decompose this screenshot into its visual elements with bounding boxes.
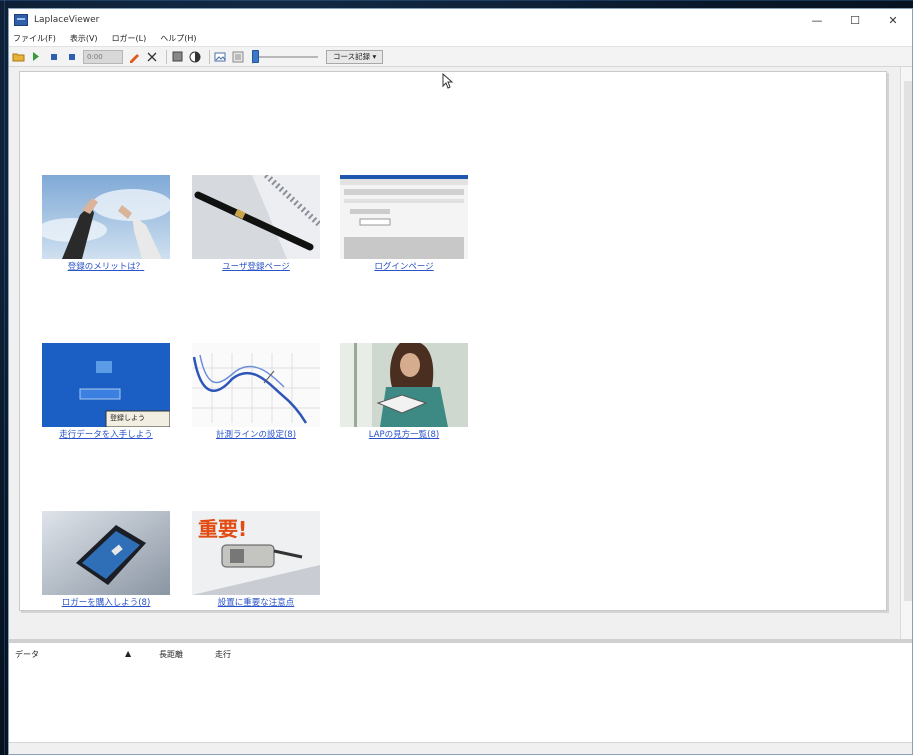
slider-thumb[interactable] (252, 49, 259, 63)
app-icon (14, 14, 28, 26)
menu-file[interactable]: ファイル(F) (13, 33, 56, 44)
content-area: 登録のメリットは？ ユーザ登録ページ ログインページ 登録しよう 走行データを入… (9, 67, 912, 639)
menu-bar: ファイル(F) 表示(V) ロガー(L) ヘルプ(H) (9, 31, 912, 47)
column-header-run[interactable]: 走行 (215, 649, 231, 660)
image-icon[interactable] (213, 50, 227, 64)
menu-help[interactable]: ヘルプ(H) (160, 33, 196, 44)
contrast-icon[interactable] (188, 50, 202, 64)
status-bar (9, 742, 912, 754)
scrollbar-thumb[interactable] (904, 81, 912, 601)
menu-view[interactable]: 表示(V) (70, 33, 98, 44)
main-window: LaplaceViewer — ☐ ✕ ファイル(F) 表示(V) ロガー(L)… (8, 8, 913, 755)
sort-arrow-icon[interactable]: ▲ (125, 649, 131, 658)
stop-icon[interactable] (47, 50, 61, 64)
thumbnail-image-screen[interactable] (340, 175, 468, 259)
thumbnail-label[interactable]: ログインページ (340, 260, 468, 272)
thumbnail-panel: 登録のメリットは？ ユーザ登録ページ ログインページ 登録しよう 走行データを入… (19, 71, 887, 611)
important-heading: 重要! (198, 517, 248, 541)
thumbnail-item[interactable]: 登録のメリットは？ (42, 175, 170, 272)
mouse-cursor-icon (442, 73, 454, 89)
pen-icon[interactable] (127, 50, 141, 64)
grid-icon[interactable] (170, 50, 184, 64)
thumbnail-label[interactable]: 走行データを入手しよう (42, 428, 170, 440)
maximize-button[interactable]: ☐ (836, 9, 874, 31)
open-folder-icon[interactable] (11, 50, 25, 64)
thumbnail-label[interactable]: LAPの見方一覧(8) (340, 428, 468, 440)
thumbnail-item[interactable]: ユーザ登録ページ (192, 175, 320, 272)
toolbar: 0:00 コース記録 ▾ (9, 47, 912, 67)
close-button[interactable]: ✕ (874, 9, 912, 31)
thumbnail-image-important[interactable]: 重要! (192, 511, 320, 595)
thumbnail-image-device[interactable] (42, 511, 170, 595)
thumbnail-label[interactable]: 設置に重要な注意点 (192, 596, 320, 608)
play-icon[interactable] (29, 50, 43, 64)
export-icon[interactable] (231, 50, 245, 64)
blue-thumb-caption: 登録しよう (110, 414, 145, 422)
thumbnail-item[interactable]: ロガーを購入しよう(8) (42, 511, 170, 608)
window-controls: — ☐ ✕ (798, 9, 912, 31)
thumbnail-image-chart[interactable] (192, 343, 320, 427)
toolbar-separator (166, 49, 167, 64)
thumbnail-label[interactable]: ロガーを購入しよう(8) (42, 596, 170, 608)
desktop-grid-line (0, 0, 913, 1)
thumbnail-label[interactable]: ユーザ登録ページ (192, 260, 320, 272)
thumbnail-item[interactable]: 重要! 設置に重要な注意点 (192, 511, 320, 608)
thumbnail-item[interactable]: 計測ラインの設定(8) (192, 343, 320, 440)
toolbar-separator (209, 49, 210, 64)
thumbnail-item[interactable]: ログインページ (340, 175, 468, 272)
column-header-data[interactable]: データ (15, 649, 39, 660)
data-panel: データ ▲ 長距離 走行 (9, 642, 912, 742)
thumbnail-label[interactable]: 登録のメリットは？ (42, 260, 170, 272)
desktop-grid-line (4, 0, 5, 755)
vertical-scrollbar[interactable] (900, 67, 912, 639)
title-bar: LaplaceViewer — ☐ ✕ (9, 9, 912, 31)
time-field[interactable]: 0:00 (83, 49, 123, 64)
menu-logger[interactable]: ロガー(L) (112, 33, 147, 44)
course-record-dropdown[interactable]: コース記録 ▾ (326, 49, 384, 64)
thumbnail-image-reader[interactable] (340, 343, 468, 427)
zoom-slider[interactable] (252, 49, 318, 63)
thumbnail-image-pen[interactable] (192, 175, 320, 259)
thumbnail-item[interactable]: LAPの見方一覧(8) (340, 343, 468, 440)
window-title: LaplaceViewer (34, 15, 100, 25)
minimize-button[interactable]: — (798, 9, 836, 31)
record-icon[interactable] (65, 50, 79, 64)
thumbnail-label[interactable]: 計測ラインの設定(8) (192, 428, 320, 440)
thumbnail-image-sky[interactable] (42, 175, 170, 259)
column-header-distance[interactable]: 長距離 (159, 649, 183, 660)
thumbnail-image-blue[interactable]: 登録しよう (42, 343, 170, 427)
scissors-icon[interactable] (145, 50, 159, 64)
thumbnail-item[interactable]: 登録しよう 走行データを入手しよう (42, 343, 170, 440)
